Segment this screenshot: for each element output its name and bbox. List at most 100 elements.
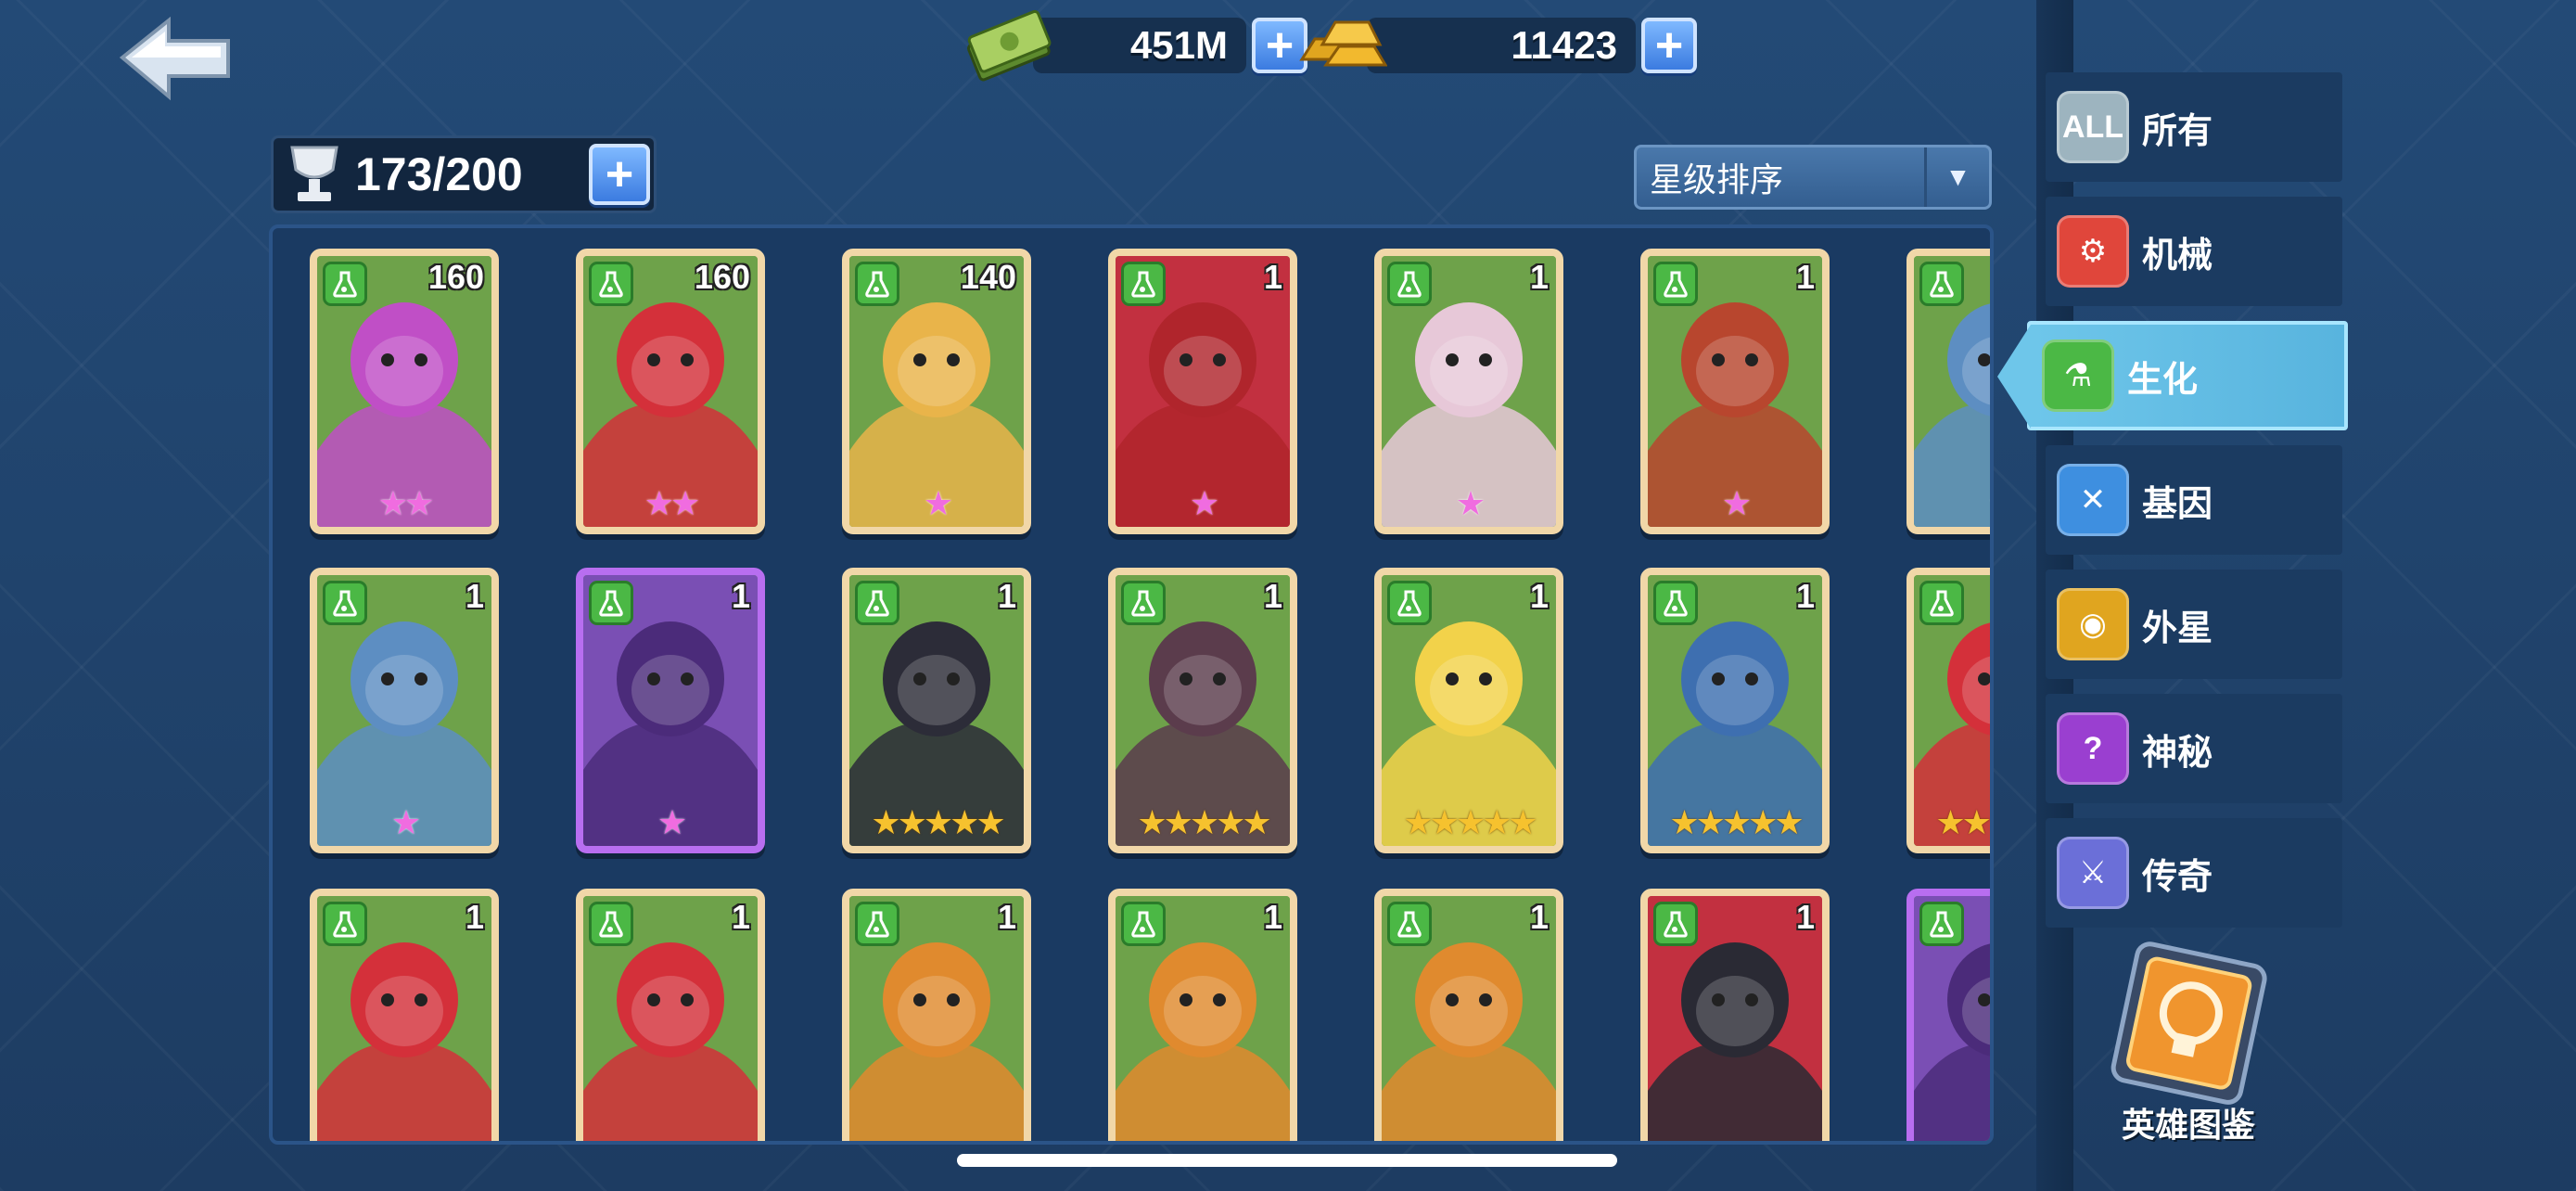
hero-level: 1	[1263, 258, 1282, 296]
hero-level: 1	[465, 577, 484, 615]
hero-star-rating: ★★★★★	[1137, 803, 1271, 841]
biochem-flask-icon	[1653, 262, 1698, 306]
hero-card[interactable]: 1★★★★★	[1108, 568, 1297, 853]
hero-level: 1	[997, 898, 1016, 936]
biochem-flask-icon	[323, 262, 367, 306]
hero-card[interactable]: 1 ★★★★★	[1374, 568, 1563, 853]
category-label: 外星	[2142, 608, 2213, 648]
biochem-flask-icon	[1387, 262, 1432, 306]
biochem-flask-icon	[1919, 262, 1964, 306]
category-tab-mechanical[interactable]: ⚙ 机械	[2046, 197, 2342, 306]
category-tab-mystic[interactable]: ? 神秘	[2046, 694, 2342, 803]
hero-level: 1	[1529, 258, 1549, 296]
category-label: 机械	[2142, 236, 2213, 275]
category-tab-legend[interactable]: ⚔ 传奇	[2046, 818, 2342, 928]
mystic-icon: ?	[2057, 712, 2129, 785]
hero-capacity: 173/200 +	[271, 135, 657, 213]
legend-icon: ⚔	[2057, 837, 2129, 909]
category-tab-biochem[interactable]: ⚗ 生化	[1997, 321, 2348, 430]
hero-level: 1	[997, 577, 1016, 615]
hero-star-rating: ★	[1455, 484, 1486, 522]
hero-card[interactable]: 160 ★★	[576, 249, 765, 534]
all-icon: ALL	[2057, 91, 2129, 163]
hero-card[interactable]: 1	[842, 889, 1031, 1141]
hero-card[interactable]: 160 ★★	[310, 249, 499, 534]
hero-level: 1	[1529, 577, 1549, 615]
biochem-flask-icon	[855, 262, 899, 306]
hero-star-rating: ★★	[644, 484, 701, 522]
home-indicator	[957, 1154, 1617, 1167]
biochem-flask-icon	[323, 581, 367, 625]
category-label: 神秘	[2142, 733, 2213, 773]
hero-level: 1	[1263, 898, 1282, 936]
hero-card[interactable]: 1	[1108, 889, 1297, 1141]
biochem-flask-icon	[589, 902, 633, 946]
hero-star-rating: ★★★★★	[1403, 803, 1537, 841]
biochem-flask-icon	[1121, 262, 1166, 306]
gold-amount: 11423	[1367, 18, 1636, 73]
hero-grid: 160 ★★ 160 ★★ 140 ★ 1 ★ 1 ★ 1 ★ 1 ★ 1 ★ …	[269, 224, 1994, 1145]
hero-level: 1	[731, 898, 750, 936]
hero-card[interactable]: 1★	[1374, 249, 1563, 534]
capacity-count: 173/200	[355, 148, 523, 200]
hero-star-rating: ★★	[377, 484, 435, 522]
hero-level: 1	[1795, 577, 1815, 615]
trophy-cup-icon	[287, 142, 342, 207]
hero-card[interactable]: 1★	[576, 568, 765, 853]
hero-card[interactable]: 1★	[1906, 249, 1990, 534]
hero-card[interactable]: 140 ★	[842, 249, 1031, 534]
hero-level: 1	[465, 898, 484, 936]
hero-card[interactable]: 1	[310, 889, 499, 1141]
hero-card[interactable]: 1	[576, 889, 765, 1141]
add-gold-button[interactable]: +	[1641, 18, 1697, 73]
hero-card[interactable]: 1 ★★★★★	[1640, 568, 1830, 853]
hero-level: 160	[427, 258, 484, 296]
category-tab-gene[interactable]: ✕ 基因	[2046, 445, 2342, 555]
hero-codex-icon	[2111, 941, 2267, 1105]
alien-icon: ◉	[2057, 588, 2129, 660]
hero-star-rating: ★	[390, 803, 421, 841]
hero-level: 1	[1795, 258, 1815, 296]
biochem-flask-icon	[1121, 581, 1166, 625]
biochem-flask-icon: ⚗	[2042, 339, 2114, 412]
hero-star-rating: ★	[1914, 484, 1990, 523]
expand-capacity-button[interactable]: +	[589, 144, 650, 205]
hero-star-rating: ★★★★★	[1669, 803, 1804, 841]
hero-card[interactable]: 1★★★★★	[1906, 568, 1990, 853]
biochem-flask-icon	[855, 902, 899, 946]
back-arrow-icon	[119, 16, 230, 101]
hero-level: 160	[694, 258, 750, 296]
hero-card[interactable]: 1	[1906, 889, 1990, 1141]
biochem-flask-icon	[589, 581, 633, 625]
category-tab-all[interactable]: ALL 所有	[2046, 72, 2342, 182]
biochem-flask-icon	[1121, 902, 1166, 946]
biochem-flask-icon	[1653, 581, 1698, 625]
cash-stack-icon	[961, 7, 1053, 83]
back-button[interactable]	[119, 16, 234, 102]
cash-currency: 451M +	[961, 7, 1307, 83]
hero-codex-label: 英雄图鉴	[2121, 1106, 2255, 1144]
hero-card[interactable]: 1	[1640, 889, 1830, 1141]
category-label: 传奇	[2142, 857, 2213, 897]
hero-card[interactable]: 1★	[1640, 249, 1830, 534]
biochem-flask-icon	[1387, 902, 1432, 946]
category-label: 所有	[2142, 111, 2213, 151]
biochem-flask-icon	[855, 581, 899, 625]
category-label: 生化	[2127, 360, 2199, 400]
hero-level: 1	[731, 577, 750, 615]
hero-star-rating: ★	[657, 803, 687, 841]
hero-codex-button[interactable]: 英雄图鉴	[2081, 933, 2296, 1152]
hero-card[interactable]: 1	[1374, 889, 1563, 1141]
dna-gene-icon: ✕	[2057, 464, 2129, 536]
sort-dropdown[interactable]: 星级排序 ▼	[1634, 145, 1992, 210]
cash-amount: 451M	[1033, 18, 1246, 73]
hero-star-rating: ★	[1721, 484, 1752, 522]
hero-card[interactable]: 1★★★★★	[842, 568, 1031, 853]
hero-level: 1	[1795, 898, 1815, 936]
mechanical-icon: ⚙	[2057, 215, 2129, 288]
hero-card[interactable]: 1★	[310, 568, 499, 853]
hero-card[interactable]: 1★	[1108, 249, 1297, 534]
hero-level: 140	[960, 258, 1016, 296]
biochem-flask-icon	[589, 262, 633, 306]
category-tab-alien[interactable]: ◉ 外星	[2046, 570, 2342, 679]
